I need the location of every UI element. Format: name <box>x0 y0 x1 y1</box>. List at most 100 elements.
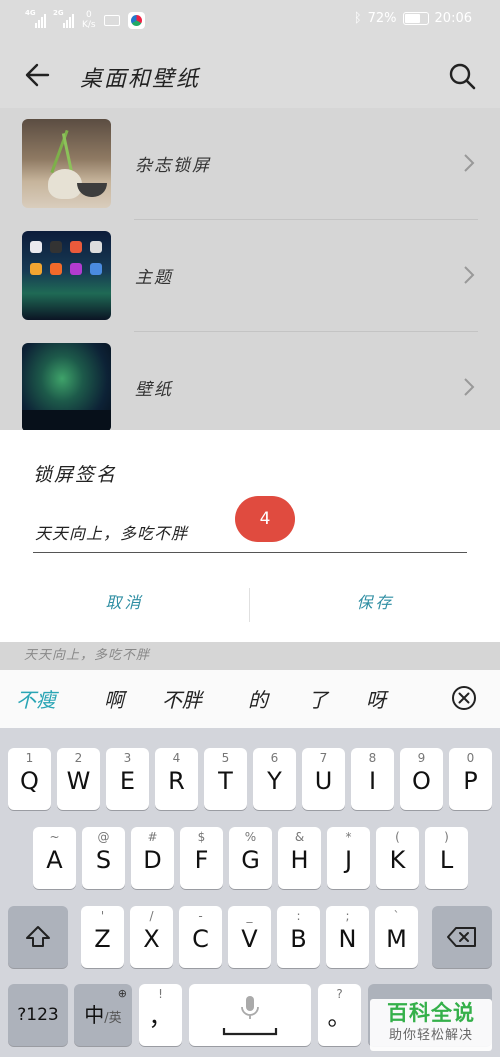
key-q[interactable]: 1Q <box>8 748 51 810</box>
key-l[interactable]: ) L <box>425 827 468 889</box>
globe-icon: ⊕ <box>117 987 127 1000</box>
key-label: W <box>66 767 91 795</box>
language-sub-label: /英 <box>104 1011 122 1026</box>
candidate-item[interactable]: 的 <box>248 684 268 713</box>
settings-list: 杂志锁屏 主题 壁纸 <box>0 108 500 432</box>
key-label: U <box>314 767 333 795</box>
key-z[interactable]: ' Z <box>81 906 124 968</box>
key-o[interactable]: 9O <box>400 748 443 810</box>
dialog-button-divider <box>249 588 250 622</box>
key-s[interactable]: @ S <box>82 827 125 889</box>
list-item-theme[interactable]: 主题 <box>0 220 500 332</box>
key-label: Z <box>94 925 111 953</box>
comma-key[interactable]: ! ， <box>139 984 182 1046</box>
shift-key[interactable] <box>8 906 68 968</box>
key-t[interactable]: 5T <box>204 748 247 810</box>
key-label: A <box>46 846 63 874</box>
ime-candidate-bar: 不瘦 啊 不胖 的 了 呀 <box>0 670 500 728</box>
magazine-lock-thumbnail <box>22 119 111 208</box>
key-u[interactable]: 7U <box>302 748 345 810</box>
key-g[interactable]: % G <box>229 827 272 889</box>
period-key-sub: ? <box>336 987 343 1001</box>
space-key[interactable] <box>189 984 311 1046</box>
network-speed-value: 0 <box>85 10 92 20</box>
key-k[interactable]: (K <box>376 827 419 889</box>
key-label: C <box>192 925 209 953</box>
key-label: R <box>168 767 185 795</box>
signature-preview-text: 天天向上，多吃不胖 <box>24 648 151 663</box>
save-button[interactable]: 保存 <box>251 575 500 631</box>
search-icon[interactable] <box>446 60 478 92</box>
close-candidates-icon[interactable] <box>450 684 478 712</box>
key-secondary-label: 3 <box>123 751 132 765</box>
key-b[interactable]: :B <box>277 906 320 968</box>
key-secondary-label: @ <box>97 830 110 844</box>
key-i[interactable]: 8I <box>351 748 394 810</box>
backspace-key[interactable] <box>432 906 492 968</box>
watermark-line1: 百科全说 <box>387 1001 475 1025</box>
key-r[interactable]: 4R <box>155 748 198 810</box>
key-secondary-label: 9 <box>417 751 426 765</box>
comma-key-sub: ! <box>158 987 163 1001</box>
bluetooth-icon: ᛒ <box>353 11 362 26</box>
key-f[interactable]: $ F <box>180 827 223 889</box>
status-bar: 4G 2G 0 K/s ᛒ 72% 20:06 <box>0 0 500 42</box>
key-label: Y <box>267 767 282 795</box>
key-label: S <box>95 846 112 874</box>
battery-percent: 72% <box>367 11 397 26</box>
key-secondary-label: 2 <box>74 751 83 765</box>
list-item-wallpaper[interactable]: 壁纸 <box>0 332 500 444</box>
key-label: I <box>368 767 377 795</box>
sim1-network-tag: 4G <box>25 9 36 17</box>
key-h[interactable]: & H <box>278 827 321 889</box>
cancel-button[interactable]: 取消 <box>0 575 249 631</box>
key-w[interactable]: 2W <box>57 748 100 810</box>
key-v[interactable]: _ V <box>228 906 271 968</box>
network-speed: 0 K/s <box>82 10 96 30</box>
key-label: L <box>439 846 454 874</box>
key-y[interactable]: 6Y <box>253 748 296 810</box>
key-label: M <box>386 925 407 953</box>
key-m[interactable]: ` M <box>375 906 418 968</box>
arrow-left-icon[interactable] <box>22 59 54 91</box>
list-item-label: 壁纸 <box>135 380 173 400</box>
key-j[interactable]: * J <box>327 827 370 889</box>
chevron-right-icon <box>464 154 475 172</box>
key-a[interactable]: ~ A <box>33 827 76 889</box>
symbols-key[interactable]: ?123 <box>8 984 68 1046</box>
candidate-item[interactable]: 不瘦 <box>16 684 56 713</box>
key-p[interactable]: 0P <box>449 748 492 810</box>
key-secondary-label: 5 <box>221 751 230 765</box>
key-label: N <box>338 925 357 953</box>
key-c[interactable]: -C <box>179 906 222 968</box>
candidate-item[interactable]: 了 <box>308 684 328 713</box>
microphone-icon <box>222 996 278 1036</box>
period-key-label: 。 <box>327 1003 352 1031</box>
key-label: Q <box>20 767 39 795</box>
watermark-line2: 助你轻松解决 <box>388 1028 473 1043</box>
key-secondary-label: 0 <box>466 751 475 765</box>
list-item-label: 主题 <box>135 268 173 288</box>
key-label: P <box>463 767 478 795</box>
key-label: J <box>344 846 353 874</box>
period-key[interactable]: ? 。 <box>318 984 361 1046</box>
sim2-network-tag: 2G <box>53 9 64 17</box>
key-label: O <box>412 767 431 795</box>
candidate-item[interactable]: 呀 <box>366 684 386 713</box>
key-n[interactable]: ; N <box>326 906 369 968</box>
signature-preview-row: 天天向上，多吃不胖 <box>0 642 500 670</box>
candidate-item[interactable]: 啊 <box>104 684 124 713</box>
signal-sim2-icon: 2G <box>53 9 74 28</box>
key-d[interactable]: # D <box>131 827 174 889</box>
watermark-logo: 百科全说 助你轻松解决 <box>370 999 492 1051</box>
battery-icon <box>402 12 429 25</box>
candidate-item[interactable]: 不胖 <box>162 684 202 713</box>
key-label: T <box>218 767 233 795</box>
key-x[interactable]: / X <box>130 906 173 968</box>
page-title: 桌面和壁纸 <box>80 67 201 92</box>
list-item-magazine-lock[interactable]: 杂志锁屏 <box>0 108 500 220</box>
app-bar: 桌面和壁纸 <box>0 42 500 108</box>
list-item-label: 杂志锁屏 <box>135 156 211 176</box>
key-e[interactable]: 3E <box>106 748 149 810</box>
language-switch-key[interactable]: ⊕ 中/英 <box>74 984 132 1046</box>
